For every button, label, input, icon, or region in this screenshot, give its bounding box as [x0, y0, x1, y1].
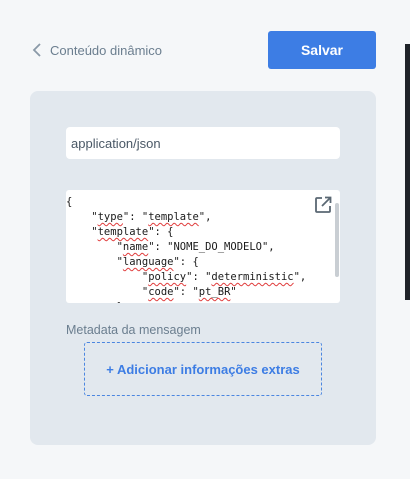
code-line: },	[66, 300, 306, 303]
code-line: "policy": "deterministic",	[66, 271, 307, 283]
code-line: "template": {	[66, 226, 174, 238]
code-line: "language": {	[66, 256, 199, 268]
save-button[interactable]: Salvar	[268, 31, 376, 69]
code-line: "type": "template",	[66, 211, 212, 223]
content-type-field[interactable]: application/json	[66, 127, 340, 159]
code-line: "name": "NOME_DO_MODELO",	[66, 241, 275, 253]
back-link[interactable]: Conteúdo dinâmico	[32, 40, 162, 60]
editor-scrollbar[interactable]	[335, 203, 339, 277]
top-bar: Conteúdo dinâmico Salvar	[0, 0, 410, 100]
code-block: { "type": "template", "template": { "nam…	[66, 195, 306, 303]
metadata-label: Metadata da mensagem	[66, 323, 201, 337]
chevron-left-icon	[32, 43, 41, 57]
back-label: Conteúdo dinâmico	[50, 42, 163, 58]
add-extra-info-button[interactable]: + Adicionar informações extras	[84, 342, 322, 396]
json-editor[interactable]: { "type": "template", "template": { "nam…	[66, 190, 340, 303]
side-panel-edge	[405, 44, 410, 300]
code-line: {	[66, 196, 73, 208]
code-line: "code": "pt_BR"	[66, 286, 237, 298]
external-link-icon[interactable]	[314, 196, 332, 214]
